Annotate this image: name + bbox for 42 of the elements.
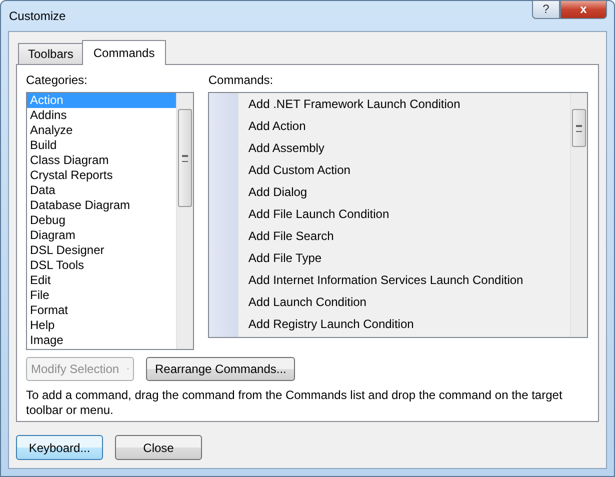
command-item[interactable]: Add Custom Action xyxy=(239,159,570,181)
keyboard-button[interactable]: Keyboard... xyxy=(16,435,103,460)
commands-label: Commands: xyxy=(208,73,274,89)
category-item[interactable]: DSL Designer xyxy=(27,243,176,258)
commands-list[interactable] xyxy=(208,92,588,338)
category-item[interactable]: Class Diagram xyxy=(27,153,176,168)
category-item[interactable]: Analyze xyxy=(27,123,176,138)
category-item[interactable]: File xyxy=(27,288,176,303)
command-item[interactable]: Add Dialog xyxy=(239,181,570,203)
categories-list[interactable]: Action Addins Analyze Build Class Diagram Crystal Reports Data Database Diagram Debug Diagram DSL Designer DSL Tools Edit File Format Help Image xyxy=(26,92,194,350)
category-item[interactable]: Diagram xyxy=(27,228,176,243)
category-item[interactable]: Format xyxy=(27,303,176,318)
category-item[interactable]: Image xyxy=(27,333,176,348)
category-item[interactable]: Database Diagram xyxy=(27,198,176,213)
category-item[interactable]: Edit xyxy=(27,273,176,288)
command-item[interactable]: Add Assembly xyxy=(239,137,570,159)
command-item[interactable]: Add Internet Information Services Launch Condition xyxy=(239,269,570,291)
command-item[interactable]: Add Action xyxy=(239,115,570,137)
command-item[interactable]: Add File Type xyxy=(239,247,570,269)
tab[interactable]: Commands xyxy=(82,40,166,65)
command-item[interactable]: Add Launch Condition xyxy=(239,291,570,313)
rearrange-commands-button[interactable]: Rearrange Commands... xyxy=(146,357,296,381)
category-item[interactable]: Build xyxy=(27,138,176,153)
command-item[interactable]: Add .NET Framework Launch Condition xyxy=(239,93,570,115)
categories-label: Categories: xyxy=(26,73,88,89)
category-item[interactable]: Addins xyxy=(27,108,176,123)
help-button[interactable]: ? xyxy=(532,0,560,19)
category-item[interactable]: Crystal Reports xyxy=(27,168,176,183)
category-item[interactable]: Data xyxy=(27,183,176,198)
window-close-button[interactable]: x xyxy=(560,0,607,19)
category-item[interactable]: DSL Tools xyxy=(27,258,176,273)
scrollbar[interactable] xyxy=(570,93,587,337)
command-item[interactable]: Add File Launch Condition xyxy=(239,203,570,225)
command-item[interactable]: Add File Search xyxy=(239,225,570,247)
command-item[interactable]: Add Registry Launch Condition xyxy=(239,313,570,335)
instruction-text: To add a command, drag the command from the Commands list and drop the command on the target toolbar or menu. xyxy=(26,388,564,418)
category-item[interactable]: Help xyxy=(27,318,176,333)
tab[interactable]: Toolbars xyxy=(18,43,84,64)
close-dialog-button[interactable]: Close xyxy=(115,435,202,460)
window-title: Customize xyxy=(8,8,66,23)
category-item[interactable]: Debug xyxy=(27,213,176,228)
scrollbar[interactable] xyxy=(176,93,194,349)
